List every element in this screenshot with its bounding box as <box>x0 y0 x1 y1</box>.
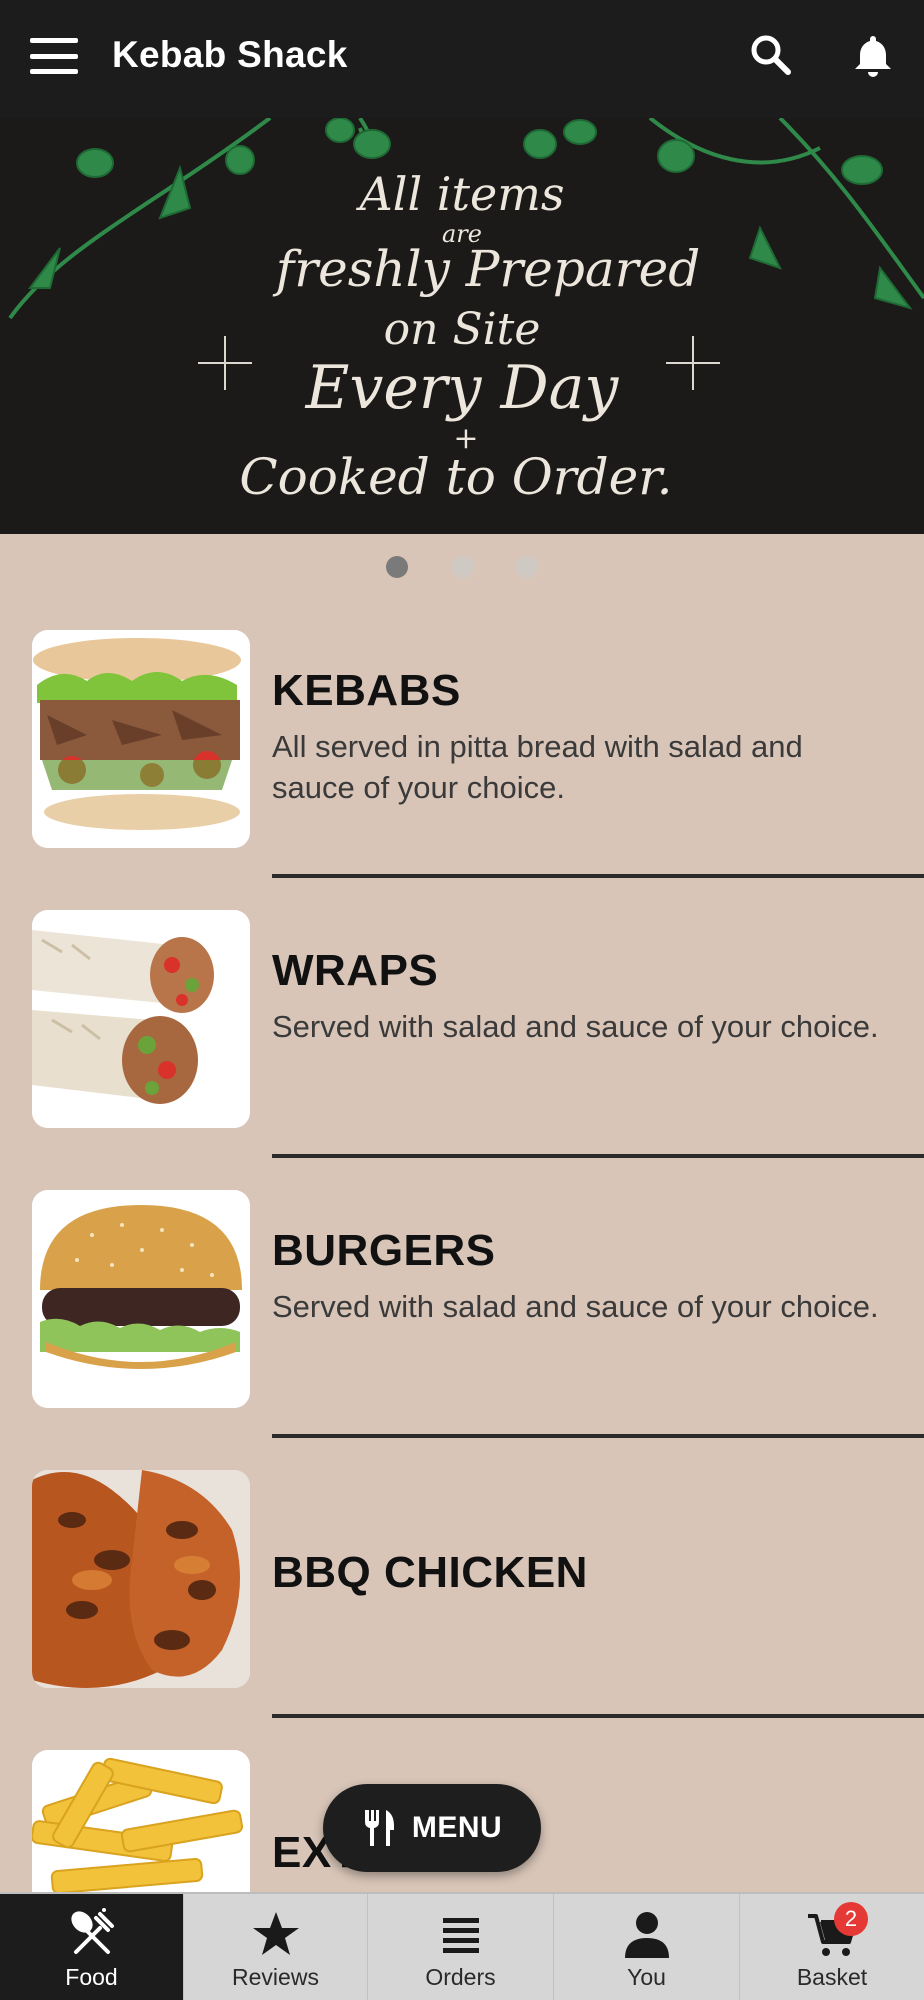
category-item-burgers[interactable]: BURGERS Served with salad and sauce of y… <box>0 1190 924 1470</box>
nav-label: Food <box>65 1964 118 1990</box>
nav-item-reviews[interactable]: Reviews <box>184 1894 368 2000</box>
wrap-image <box>32 910 250 1128</box>
carousel-indicator <box>0 556 924 578</box>
menu-fab-button[interactable]: MENU <box>323 1784 541 1872</box>
divider <box>272 1434 924 1438</box>
nav-label: Basket <box>796 1964 868 1990</box>
banner-line-4: on Site <box>384 304 541 355</box>
nav-item-basket[interactable]: 2 Basket <box>740 1894 924 2000</box>
divider <box>272 1714 924 1718</box>
app-title: Kebab Shack <box>112 34 348 75</box>
chalkboard-graphic: All items are freshly Prepared on Site E… <box>0 118 924 534</box>
banner-line-1: All items <box>356 167 565 221</box>
category-item-bbq-chicken[interactable]: BBQ CHICKEN <box>0 1470 924 1750</box>
category-description: Served with salad and sauce of your choi… <box>272 1009 879 1044</box>
promo-banner[interactable]: All items are freshly Prepared on Site E… <box>0 118 924 534</box>
search-icon[interactable] <box>746 30 796 80</box>
fork-knife-icon <box>364 1810 394 1846</box>
cart-icon-wrapper: 2 <box>806 1902 868 1960</box>
category-description: All served in pitta bread with salad and… <box>272 729 803 805</box>
category-title: KEBABS <box>272 666 461 715</box>
bottom-navigation: Food Reviews Orders You 2 Basket <box>0 1892 924 2000</box>
fries-image <box>32 1750 250 1892</box>
banner-line-5: Every Day <box>305 353 620 423</box>
divider <box>272 874 924 878</box>
nav-item-orders[interactable]: Orders <box>368 1894 554 2000</box>
nav-item-you[interactable]: You <box>554 1894 740 2000</box>
star-icon <box>252 1912 299 1955</box>
person-icon <box>624 1912 669 1958</box>
nav-item-food[interactable]: Food <box>0 1894 184 2000</box>
category-item-kebabs[interactable]: KEBABS All served in pitta bread with sa… <box>0 630 924 910</box>
hamburger-menu-icon[interactable] <box>30 38 78 74</box>
carousel-dot[interactable] <box>452 556 474 578</box>
list-icon <box>442 1918 479 1953</box>
fork-knife-icon <box>70 1908 114 1954</box>
menu-fab-label: MENU <box>411 1811 503 1844</box>
app-header: Kebab Shack <box>0 0 924 118</box>
nav-label: You <box>627 1964 666 1990</box>
category-title: BBQ CHICKEN <box>272 1548 588 1597</box>
banner-line-3: freshly Prepared <box>272 240 700 298</box>
category-description: Served with salad and sauce of your choi… <box>272 1289 879 1324</box>
banner-line-7: Cooked to Order. <box>239 448 672 506</box>
category-title: WRAPS <box>272 946 439 995</box>
bell-icon[interactable] <box>848 30 898 80</box>
divider <box>272 1154 924 1158</box>
carousel-dot-active[interactable] <box>386 556 408 578</box>
kebab-image <box>32 630 250 848</box>
cart-count-badge: 2 <box>834 1902 868 1936</box>
carousel-dot[interactable] <box>516 556 538 578</box>
bbq-chicken-image <box>32 1470 250 1688</box>
category-title: BURGERS <box>272 1226 496 1275</box>
category-item-wraps[interactable]: WRAPS Served with salad and sauce of you… <box>0 910 924 1190</box>
nav-label: Reviews <box>232 1964 319 1990</box>
burger-image <box>32 1190 250 1408</box>
nav-label: Orders <box>425 1964 496 1990</box>
